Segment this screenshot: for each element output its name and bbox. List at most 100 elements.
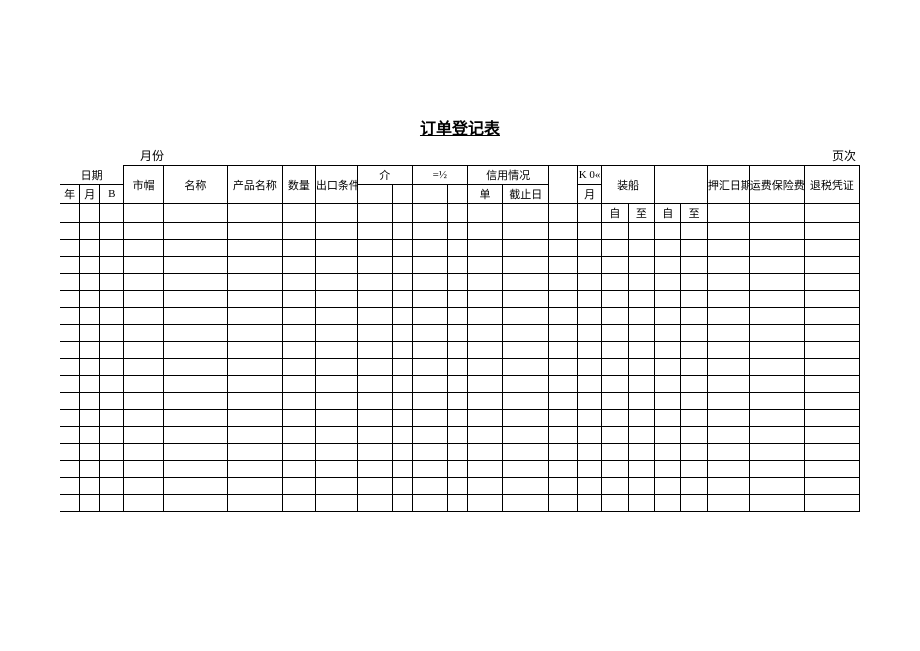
table-row [60,461,860,478]
cell [60,478,80,495]
col-month2: 月 [577,185,601,204]
cell [357,410,392,427]
cell [80,291,100,308]
cell [412,342,447,359]
cell [707,291,749,308]
table-row [60,376,860,393]
cell [315,410,357,427]
cell [749,257,804,274]
cell [549,223,578,240]
col-dan: 单 [467,185,502,204]
cell [412,223,447,240]
cell [448,308,468,325]
cell [227,393,282,410]
cell [549,359,578,376]
cell [448,274,468,291]
table-header: 日期 市帽 名称 产品名称 数量 出口条件 介 =½ 信用情况 K 0« 装船 … [60,166,860,223]
cell [628,274,654,291]
cell [80,376,100,393]
table-row [60,359,860,376]
cell [749,240,804,257]
cell [577,393,601,410]
cell [467,223,502,240]
cell [655,444,681,461]
cell [412,427,447,444]
cell [804,478,859,495]
col-jie: 介 [357,166,412,185]
cell [163,274,227,291]
cell [628,257,654,274]
cell [124,257,164,274]
cell [357,359,392,376]
cell [80,393,100,410]
cell [315,291,357,308]
cell [577,291,601,308]
cell [549,427,578,444]
cell [602,478,628,495]
cell [282,325,315,342]
cell [100,359,124,376]
cell [467,240,502,257]
cell [227,410,282,427]
cell [655,410,681,427]
cell [282,274,315,291]
cell [707,223,749,240]
cell [628,359,654,376]
cell [707,359,749,376]
cell [412,461,447,478]
cell [749,427,804,444]
cell [412,495,447,512]
cell [681,240,707,257]
cell [467,257,502,274]
cell [60,308,80,325]
cell [655,359,681,376]
cell [393,359,413,376]
cell [60,427,80,444]
cell [124,427,164,444]
cell [655,461,681,478]
cell [60,274,80,291]
cell [412,359,447,376]
cell [60,461,80,478]
cell [315,308,357,325]
cell [707,461,749,478]
cell [315,495,357,512]
cell [282,427,315,444]
cell [124,359,164,376]
cell [602,376,628,393]
cell [357,291,392,308]
c8 [315,204,357,223]
cell [804,461,859,478]
c14 [503,204,549,223]
cell [655,325,681,342]
cell [60,495,80,512]
cell [163,325,227,342]
cell [602,342,628,359]
cell [749,444,804,461]
cell [227,308,282,325]
cell [448,410,468,427]
cell [315,342,357,359]
cell [393,325,413,342]
cell [80,478,100,495]
cell [602,240,628,257]
cell [100,240,124,257]
cell [804,342,859,359]
cell [124,444,164,461]
cell [577,427,601,444]
cell [315,359,357,376]
cell [412,410,447,427]
cell [681,444,707,461]
cell [124,274,164,291]
month-label: 月份 [140,147,164,164]
cell [448,291,468,308]
cell [467,325,502,342]
cell [577,444,601,461]
table-row [60,223,860,240]
cell [282,495,315,512]
cell [357,257,392,274]
cell [707,376,749,393]
cell [357,444,392,461]
cell [163,444,227,461]
cell [315,257,357,274]
